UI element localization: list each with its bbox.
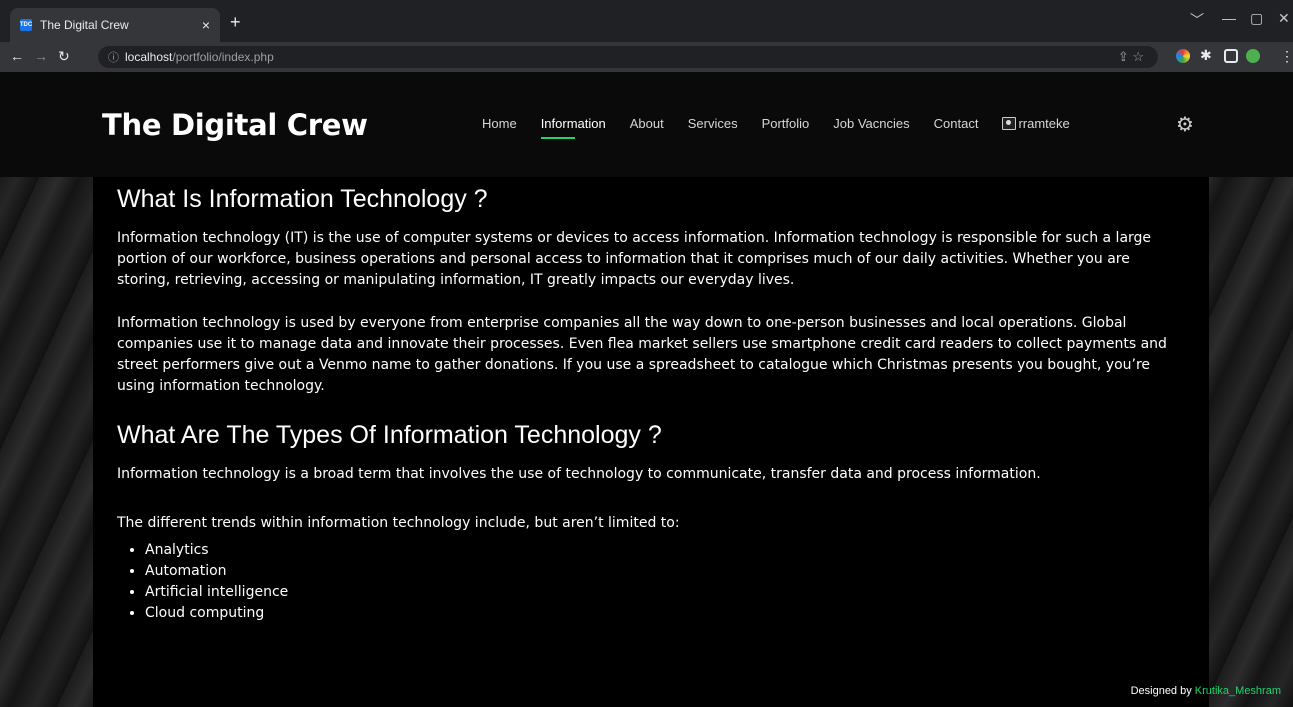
list-item: Artificial intelligence [145, 582, 1185, 603]
nav-services[interactable]: Services [688, 116, 738, 131]
site-logo[interactable]: The Digital Crew [102, 108, 368, 142]
forward-icon[interactable]: → [34, 48, 48, 64]
nav-job-vacancies[interactable]: Job Vacncies [833, 116, 909, 131]
list-item: Cloud computing [145, 603, 1185, 624]
heading-types-of-it: What Are The Types Of Information Techno… [117, 421, 662, 449]
menu-icon[interactable]: ⋮ [1280, 48, 1293, 65]
site-info-icon[interactable]: ⓘ [108, 49, 119, 65]
tab-title: The Digital Crew [40, 18, 129, 32]
tab-search-icon[interactable]: ﹀ [1190, 10, 1204, 30]
back-icon[interactable]: ← [10, 48, 24, 64]
nav-about[interactable]: About [630, 116, 664, 131]
nav-information[interactable]: Information [540, 116, 606, 139]
minimize-button[interactable]: — [1222, 10, 1236, 26]
user-name: rramteke [1018, 116, 1070, 131]
page: The Digital Crew Home Information About … [0, 72, 1293, 707]
browser-tab[interactable]: TDC The Digital Crew × [10, 8, 220, 42]
main-nav: Home Information About Services Portfoli… [482, 116, 1070, 139]
browser-tab-bar: TDC The Digital Crew × + ﹀ — ▢ ✕ [0, 0, 1293, 42]
site-header: The Digital Crew Home Information About … [0, 72, 1293, 177]
profile-avatar[interactable] [1246, 49, 1260, 63]
heading-what-is-it: What Is Information Technology ? [117, 185, 488, 213]
trends-list: Analytics Automation Artificial intellig… [145, 540, 1185, 624]
favicon-icon: TDC [20, 19, 32, 31]
bookmark-star-icon[interactable]: ⇪ ☆ [1118, 49, 1144, 65]
nav-contact[interactable]: Contact [934, 116, 979, 131]
nav-portfolio[interactable]: Portfolio [762, 116, 810, 131]
list-item: Automation [145, 561, 1185, 582]
url-field[interactable]: ⓘ localhost /portfolio/index.php ⇪ ☆ [98, 46, 1158, 68]
reload-icon[interactable]: ↻ [58, 48, 70, 65]
credit-author-link[interactable]: Krutika_Meshram [1195, 685, 1281, 697]
credit-label: Designed by [1130, 685, 1195, 697]
paragraph: Information technology (IT) is the use o… [117, 230, 1152, 288]
nav-user[interactable]: rramteke [1002, 116, 1070, 131]
extensions-puzzle-icon[interactable]: ✱ [1200, 47, 1212, 64]
url-path: /portfolio/index.php [172, 50, 274, 64]
maximize-button[interactable]: ▢ [1250, 10, 1263, 27]
extension-icon[interactable] [1176, 49, 1190, 63]
side-panel-icon[interactable] [1224, 49, 1238, 63]
address-bar: ← → ↻ ⓘ localhost /portfolio/index.php ⇪… [0, 42, 1293, 72]
list-item: Analytics [145, 540, 1185, 561]
main-content: What Is Information Technology ? Informa… [93, 177, 1209, 707]
gear-icon[interactable]: ⚙ [1176, 112, 1194, 136]
user-icon [1002, 117, 1017, 130]
paragraph: Information technology is used by everyo… [117, 315, 1167, 394]
tab-close-icon[interactable]: × [202, 17, 210, 33]
paragraph: The different trends within information … [117, 515, 680, 531]
footer-credit: Designed by Krutika_Meshram [1131, 685, 1281, 697]
close-window-button[interactable]: ✕ [1278, 10, 1290, 27]
url-host: localhost [125, 50, 173, 64]
nav-home[interactable]: Home [482, 116, 517, 131]
paragraph: Information technology is a broad term t… [117, 466, 1041, 482]
new-tab-button[interactable]: + [230, 12, 241, 33]
